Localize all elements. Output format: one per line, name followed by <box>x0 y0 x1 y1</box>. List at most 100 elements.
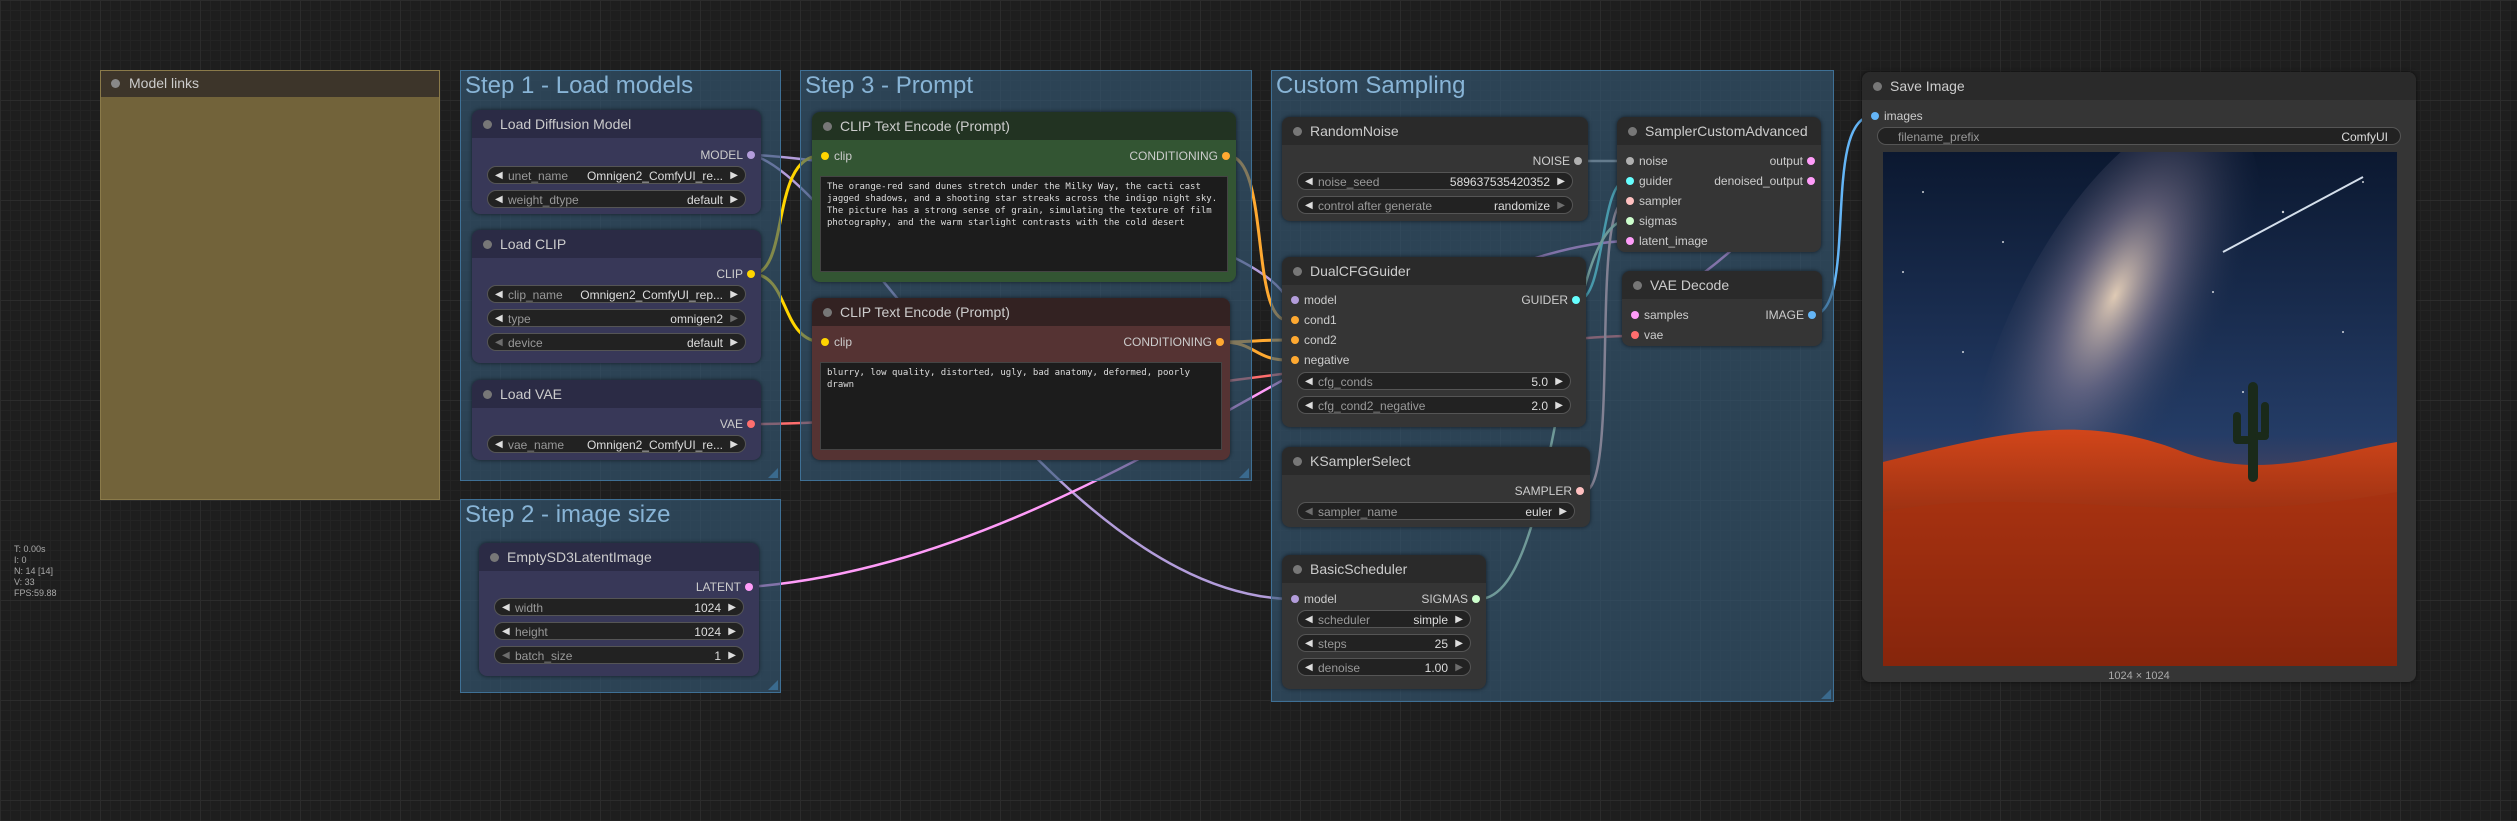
output-sampler[interactable]: SAMPLER <box>1515 483 1590 499</box>
node-load-diffusion-model[interactable]: Load Diffusion Model MODEL ◀ unet_name Omn… <box>472 110 761 214</box>
node-load-clip[interactable]: Load CLIP CLIP ◀ clip_name Omnigen2_ComfyU… <box>472 230 761 363</box>
widget-scheduler[interactable]: ◀ scheduler simple ▶ <box>1297 610 1471 628</box>
arrow-left-icon[interactable]: ◀ <box>495 191 503 209</box>
slot-dot[interactable] <box>1472 595 1480 603</box>
arrow-right-icon[interactable]: ▶ <box>730 334 738 352</box>
input-cond1[interactable]: cond1 <box>1282 312 1337 328</box>
slot-dot[interactable] <box>747 151 755 159</box>
arrow-left-icon[interactable]: ◀ <box>1305 635 1313 653</box>
arrow-right-icon[interactable]: ▶ <box>730 167 738 185</box>
slot-dot[interactable] <box>1871 112 1879 120</box>
arrow-left-icon[interactable]: ◀ <box>1305 197 1313 215</box>
slot-dot[interactable] <box>1291 595 1299 603</box>
arrow-right-icon[interactable]: ▶ <box>1557 173 1565 191</box>
input-sampler[interactable]: sampler <box>1617 193 1682 209</box>
widget-sampler-name[interactable]: ◀ sampler_name euler ▶ <box>1297 502 1575 520</box>
arrow-right-icon[interactable]: ▶ <box>730 286 738 304</box>
resize-handle[interactable] <box>1239 468 1249 478</box>
arrow-left-icon[interactable]: ◀ <box>495 286 503 304</box>
widget-batch-size[interactable]: ◀ batch_size 1 ▶ <box>494 646 744 664</box>
output-latent[interactable]: LATENT <box>696 579 759 595</box>
input-images[interactable]: images <box>1862 108 1923 124</box>
arrow-right-icon[interactable]: ▶ <box>728 623 736 641</box>
arrow-right-icon[interactable]: ▶ <box>1555 373 1563 391</box>
slot-dot[interactable] <box>747 420 755 428</box>
widget-weight-dtype[interactable]: ◀ weight_dtype default ▶ <box>487 190 746 208</box>
node-dual-cfg-guider[interactable]: DualCFGGuider model cond1 cond2 negative… <box>1282 257 1586 427</box>
node-empty-sd3-latent-image[interactable]: EmptySD3LatentImage LATENT ◀ width 1024 ▶ ◀… <box>479 543 759 676</box>
input-clip[interactable]: clip <box>812 148 852 164</box>
node-vae-decode[interactable]: VAE Decode samples vae IMAGE <box>1622 271 1822 346</box>
arrow-left-icon[interactable]: ◀ <box>502 599 510 617</box>
output-model[interactable]: MODEL <box>700 147 761 163</box>
widget-cfg-cond2-negative[interactable]: ◀ cfg_cond2_negative 2.0 ▶ <box>1297 396 1571 414</box>
node-collapse-dot[interactable] <box>1293 267 1302 276</box>
node-load-vae[interactable]: Load VAE VAE ◀ vae_name Omnigen2_ComfyUI_r… <box>472 380 761 460</box>
node-sampler-custom-advanced[interactable]: SamplerCustomAdvanced noise guider sampl… <box>1617 117 1821 252</box>
input-latent-image[interactable]: latent_image <box>1617 233 1708 249</box>
slot-dot[interactable] <box>1576 487 1584 495</box>
node-save-image[interactable]: Save Image images filename_prefix ComfyUI <box>1862 72 2416 682</box>
arrow-left-icon[interactable]: ◀ <box>502 647 510 665</box>
arrow-right-icon[interactable]: ▶ <box>728 647 736 665</box>
slot-dot[interactable] <box>1291 316 1299 324</box>
slot-dot[interactable] <box>821 152 829 160</box>
group-model-links[interactable]: Model links <box>100 70 440 500</box>
arrow-right-icon[interactable]: ▶ <box>1555 397 1563 415</box>
output-sigmas[interactable]: SIGMAS <box>1421 591 1486 607</box>
node-collapse-dot[interactable] <box>823 122 832 131</box>
slot-dot[interactable] <box>1291 356 1299 364</box>
node-ksampler-select[interactable]: KSamplerSelect SAMPLER ◀ sampler_name eule… <box>1282 447 1590 527</box>
node-collapse-dot[interactable] <box>483 120 492 129</box>
resize-handle[interactable] <box>1821 689 1831 699</box>
slot-dot[interactable] <box>1574 157 1582 165</box>
input-vae[interactable]: vae <box>1622 327 1663 343</box>
slot-dot[interactable] <box>1572 296 1580 304</box>
output-image[interactable]: IMAGE <box>1765 307 1822 323</box>
arrow-left-icon[interactable]: ◀ <box>1305 173 1313 191</box>
slot-dot[interactable] <box>1626 237 1634 245</box>
widget-control-after-generate[interactable]: ◀ control after generate randomize ▶ <box>1297 196 1573 214</box>
output-conditioning[interactable]: CONDITIONING <box>1129 148 1236 164</box>
widget-width[interactable]: ◀ width 1024 ▶ <box>494 598 744 616</box>
arrow-left-icon[interactable]: ◀ <box>1305 503 1313 521</box>
node-collapse-dot[interactable] <box>483 390 492 399</box>
slot-dot[interactable] <box>1808 311 1816 319</box>
output-clip[interactable]: CLIP <box>716 266 761 282</box>
resize-handle[interactable] <box>768 468 778 478</box>
node-random-noise[interactable]: RandomNoise NOISE ◀ noise_seed 58963753542… <box>1282 117 1588 221</box>
slot-dot[interactable] <box>1222 152 1230 160</box>
slot-dot[interactable] <box>1631 311 1639 319</box>
output-vae[interactable]: VAE <box>720 416 761 432</box>
node-collapse-dot[interactable] <box>483 240 492 249</box>
input-model[interactable]: model <box>1282 591 1337 607</box>
arrow-right-icon[interactable]: ▶ <box>1455 659 1463 677</box>
arrow-left-icon[interactable]: ◀ <box>495 334 503 352</box>
slot-dot[interactable] <box>745 583 753 591</box>
output-output[interactable]: output <box>1770 153 1821 169</box>
input-model[interactable]: model <box>1282 292 1337 308</box>
node-collapse-dot[interactable] <box>1873 82 1882 91</box>
slot-dot[interactable] <box>1291 296 1299 304</box>
widget-denoise[interactable]: ◀ denoise 1.00 ▶ <box>1297 658 1471 676</box>
arrow-left-icon[interactable]: ◀ <box>502 623 510 641</box>
prompt-textarea[interactable]: blurry, low quality, distorted, ugly, ba… <box>820 362 1222 450</box>
widget-device[interactable]: ◀ device default ▶ <box>487 333 746 351</box>
node-basic-scheduler[interactable]: BasicScheduler model SIGMAS ◀ scheduler si… <box>1282 555 1486 689</box>
slot-dot[interactable] <box>1626 157 1634 165</box>
arrow-right-icon[interactable]: ▶ <box>728 599 736 617</box>
node-collapse-dot[interactable] <box>1293 457 1302 466</box>
node-collapse-dot[interactable] <box>1293 127 1302 136</box>
arrow-right-icon[interactable]: ▶ <box>730 191 738 209</box>
widget-noise-seed[interactable]: ◀ noise_seed 589637535420352 ▶ <box>1297 172 1573 190</box>
widget-cfg-conds[interactable]: ◀ cfg_conds 5.0 ▶ <box>1297 372 1571 390</box>
input-sigmas[interactable]: sigmas <box>1617 213 1677 229</box>
input-noise[interactable]: noise <box>1617 153 1668 169</box>
widget-filename-prefix[interactable]: filename_prefix ComfyUI <box>1877 127 2401 145</box>
slot-dot[interactable] <box>1291 336 1299 344</box>
node-collapse-dot[interactable] <box>1293 565 1302 574</box>
slot-dot[interactable] <box>1626 197 1634 205</box>
node-collapse-dot[interactable] <box>1633 281 1642 290</box>
arrow-left-icon[interactable]: ◀ <box>1305 373 1313 391</box>
arrow-left-icon[interactable]: ◀ <box>495 310 503 328</box>
